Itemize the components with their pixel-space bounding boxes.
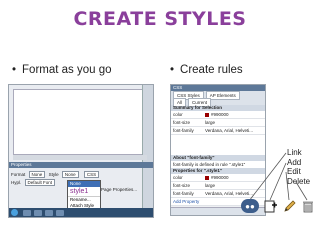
summary-spacer xyxy=(171,135,265,155)
style-label: Style xyxy=(48,172,59,177)
page-properties-button[interactable]: Page Properties... xyxy=(101,187,137,192)
panel-sidebar xyxy=(142,85,153,217)
property-name: font-size xyxy=(173,120,191,125)
enlarged-toolbar-icons: ●● xyxy=(239,196,317,218)
bullet-marker: • xyxy=(12,64,17,76)
label-link: Link xyxy=(287,148,302,157)
rule-property-row[interactable]: font-size large xyxy=(171,182,265,190)
property-value: large xyxy=(205,183,216,188)
format-select[interactable]: None xyxy=(28,171,46,178)
property-value: #990000 xyxy=(205,174,229,181)
property-value: large xyxy=(205,120,216,125)
property-row[interactable]: font-size large xyxy=(171,119,265,127)
document-canvas[interactable] xyxy=(13,89,149,155)
property-name: color xyxy=(173,112,183,117)
label-add: Add xyxy=(287,157,302,167)
new-rule-icon[interactable] xyxy=(263,199,277,213)
rule-property-row[interactable]: color #990000 xyxy=(171,174,265,182)
taskbar xyxy=(9,208,153,217)
properties-row-2: Hypl. Default Font xyxy=(11,179,57,186)
hyperlink-label: Hypl. xyxy=(11,180,22,185)
taskbar-app-icon[interactable] xyxy=(34,209,42,216)
taskbar-app-icon[interactable] xyxy=(23,209,31,216)
property-value: Verdana, Arial, Helveti... xyxy=(205,128,254,133)
bullet-format: • Format as you go xyxy=(12,64,112,76)
menu-item-style1[interactable]: style1 xyxy=(68,187,100,197)
delete-trash-icon[interactable] xyxy=(301,199,315,213)
label-delete: Delete xyxy=(287,176,311,186)
taskbar-app-icon[interactable] xyxy=(56,209,64,216)
bullet-marker: • xyxy=(170,64,175,76)
start-orb-icon[interactable] xyxy=(11,209,18,216)
format-label: Format xyxy=(11,172,26,177)
edit-pencil-icon[interactable] xyxy=(283,199,297,213)
font-select[interactable]: Default Font xyxy=(24,179,56,186)
tag-selector-bar xyxy=(13,155,147,160)
taskbar-app-icon[interactable] xyxy=(45,209,53,216)
property-name: font-family xyxy=(173,191,194,196)
label-edit: Edit xyxy=(287,167,301,176)
color-swatch xyxy=(205,175,209,180)
properties-row-1: Format None Style None CSS xyxy=(11,171,101,178)
format-screenshot: Properties Format None Style None CSS Hy… xyxy=(8,84,154,218)
property-name: font-family xyxy=(173,128,194,133)
bullet-rules: • Create rules xyxy=(170,64,243,76)
style-select[interactable]: None xyxy=(61,171,79,178)
slide-title: CREATE STYLES xyxy=(73,8,247,30)
property-name: color xyxy=(173,175,183,180)
properties-panel-header: Properties xyxy=(9,162,153,168)
link-style-sheet-icon[interactable]: ●● xyxy=(241,199,259,213)
property-value: #990000 xyxy=(205,111,229,118)
annotation-labels: Link Add Edit Delete xyxy=(287,148,310,186)
css-panel-tabs: CSS Styles AP Elements xyxy=(171,91,265,100)
bullet-text: Format as you go xyxy=(22,64,112,76)
property-name: font-size xyxy=(173,183,191,188)
color-swatch xyxy=(205,112,209,117)
property-row[interactable]: font-family Verdana, Arial, Helveti... xyxy=(171,127,265,135)
about-text: font-family is defined in rule ".style1" xyxy=(171,161,265,168)
bullet-text: Create rules xyxy=(180,64,243,76)
properties-title: Properties xyxy=(11,162,32,167)
css-button[interactable]: CSS xyxy=(83,171,100,178)
property-row[interactable]: color #990000 xyxy=(171,111,265,119)
